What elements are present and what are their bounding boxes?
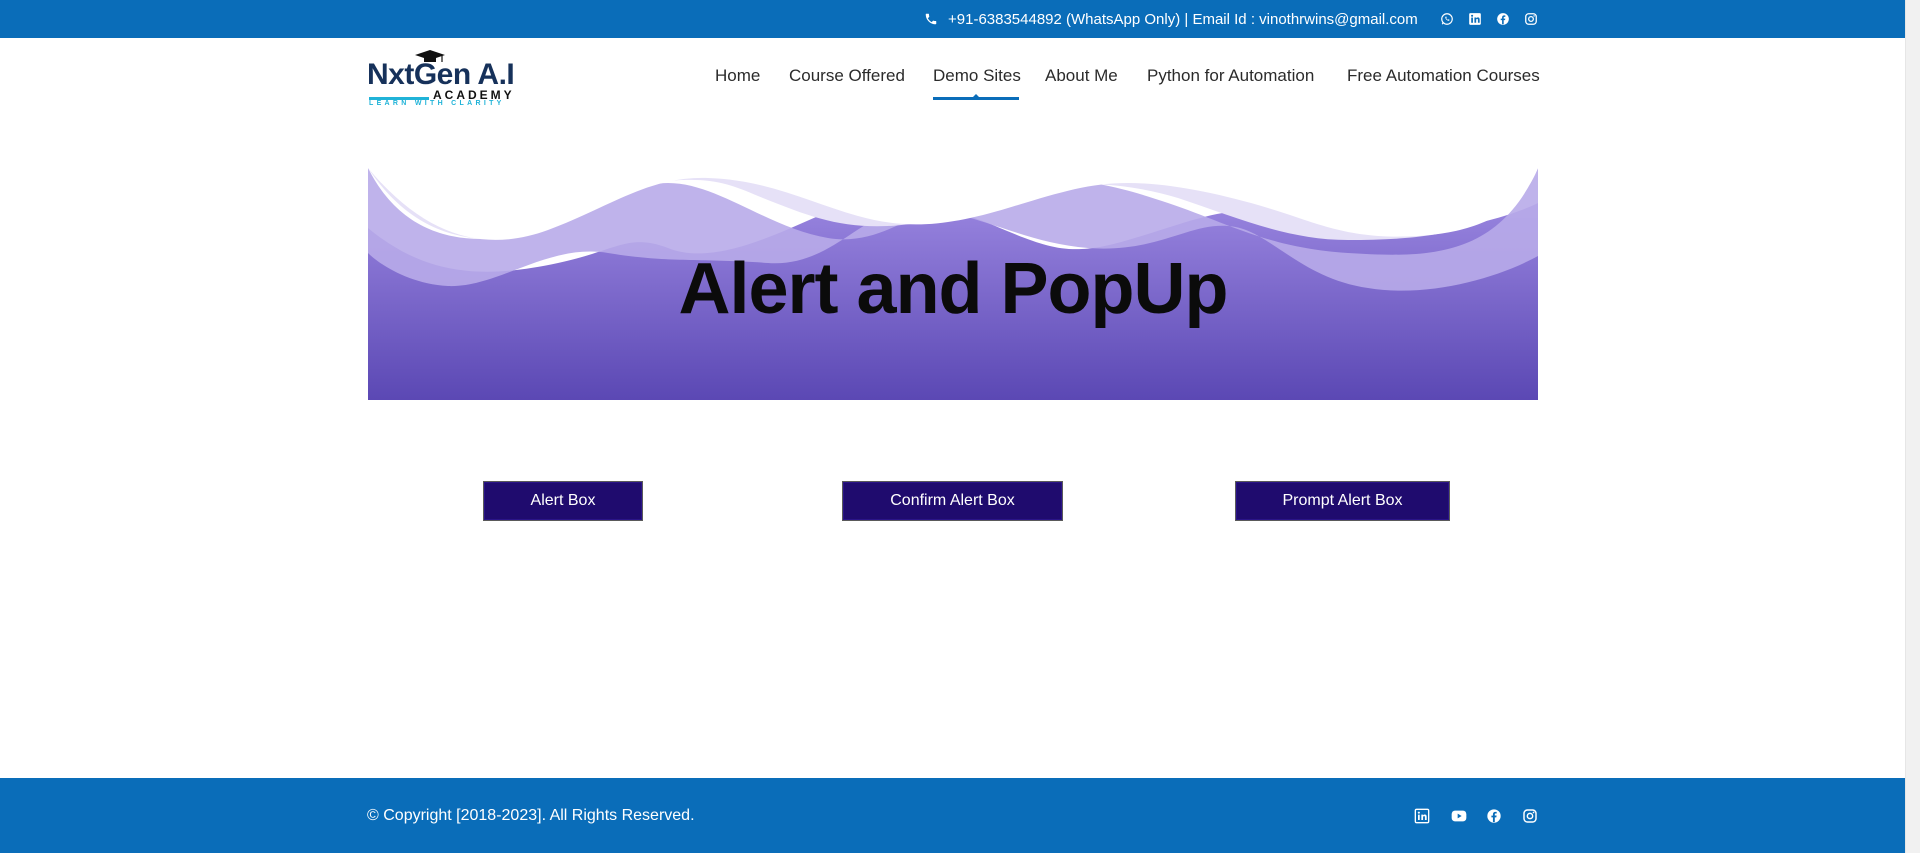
youtube-icon[interactable] bbox=[1450, 808, 1467, 824]
linkedin-icon[interactable] bbox=[1414, 808, 1430, 824]
footer-social-links bbox=[1414, 778, 1538, 853]
site-logo[interactable]: NxtGen A.I ACADEMY LEARN WITH CLARITY bbox=[367, 50, 527, 107]
page-title: Alert and PopUp bbox=[678, 249, 1228, 329]
site-footer: © Copyright [2018-2023]. All Rights Rese… bbox=[0, 778, 1905, 853]
nav-about-me[interactable]: About Me bbox=[1045, 66, 1118, 86]
graduation-cap-icon bbox=[415, 50, 445, 62]
nav-active-caret bbox=[972, 94, 980, 98]
logo-text: NxtGen A.I bbox=[367, 50, 515, 92]
instagram-icon[interactable] bbox=[1522, 808, 1538, 824]
site-header: NxtGen A.I ACADEMY LEARN WITH CLARITY Ho… bbox=[0, 38, 1905, 128]
copyright-text: © Copyright [2018-2023]. All Rights Rese… bbox=[367, 806, 695, 824]
top-contact-bar: +91-6383544892 (WhatsApp Only) | Email I… bbox=[0, 0, 1905, 38]
facebook-icon[interactable] bbox=[1486, 808, 1502, 824]
facebook-icon[interactable] bbox=[1496, 12, 1510, 26]
nav-home[interactable]: Home bbox=[715, 66, 760, 86]
contact-info: +91-6383544892 (WhatsApp Only) | Email I… bbox=[924, 0, 1418, 38]
nav-free-automation-courses[interactable]: Free Automation Courses bbox=[1347, 66, 1540, 86]
page-scrollbar[interactable] bbox=[1905, 0, 1920, 853]
prompt-alert-box-button[interactable]: Prompt Alert Box bbox=[1235, 481, 1450, 521]
whatsapp-icon[interactable] bbox=[1440, 12, 1454, 26]
confirm-alert-box-button[interactable]: Confirm Alert Box bbox=[842, 481, 1063, 521]
alert-box-button[interactable]: Alert Box bbox=[483, 481, 643, 521]
nav-course-offered[interactable]: Course Offered bbox=[789, 66, 905, 86]
linkedin-icon[interactable] bbox=[1468, 12, 1482, 26]
nav-python-for-automation[interactable]: Python for Automation bbox=[1147, 66, 1314, 86]
logo-tagline: LEARN WITH CLARITY bbox=[369, 100, 505, 107]
phone-icon bbox=[925, 13, 937, 25]
top-social-links bbox=[1440, 0, 1538, 38]
contact-text: +91-6383544892 (WhatsApp Only) | Email I… bbox=[948, 10, 1418, 28]
instagram-icon[interactable] bbox=[1524, 12, 1538, 26]
nav-demo-sites[interactable]: Demo Sites bbox=[933, 66, 1021, 86]
hero-banner: Alert and PopUp bbox=[368, 168, 1538, 400]
